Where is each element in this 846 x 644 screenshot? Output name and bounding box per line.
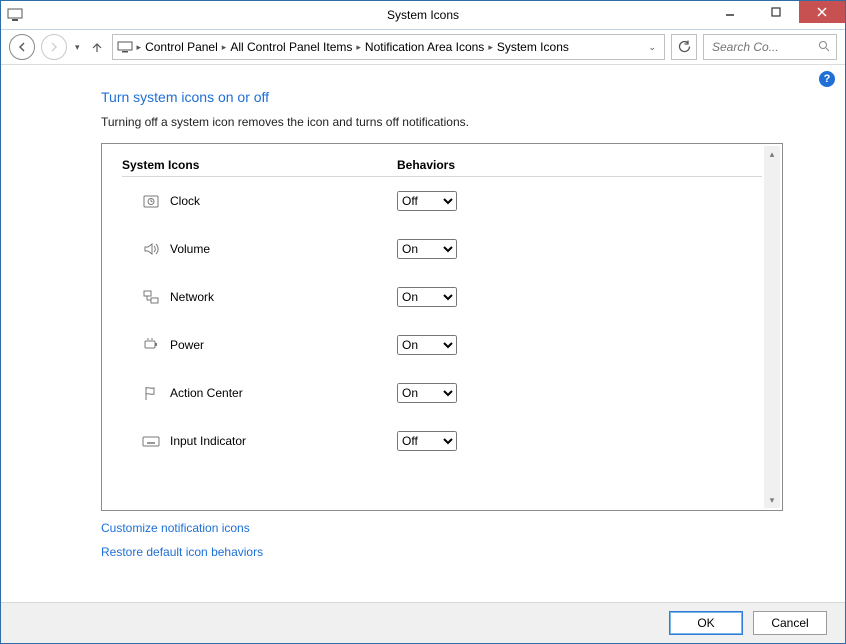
chevron-right-icon: ▸ (137, 42, 142, 53)
ok-button[interactable]: OK (669, 611, 743, 635)
breadcrumb-item[interactable]: Notification Area Icons ▸ (365, 40, 493, 54)
row-label: Network (170, 290, 214, 304)
search-icon (818, 40, 830, 55)
forward-button[interactable] (41, 34, 67, 60)
cancel-button[interactable]: Cancel (753, 611, 827, 635)
breadcrumb-label: All Control Panel Items (230, 40, 352, 54)
breadcrumb-label: Notification Area Icons (365, 40, 484, 54)
customize-link[interactable]: Customize notification icons (101, 521, 823, 535)
scroll-up-icon[interactable]: ▴ (764, 146, 780, 162)
restore-defaults-link[interactable]: Restore default icon behaviors (101, 545, 823, 559)
behavior-select-clock[interactable]: Off (397, 191, 457, 211)
network-icon (142, 288, 160, 306)
search-input[interactable] (710, 39, 818, 55)
content-area: ? Turn system icons on or off Turning of… (1, 65, 845, 602)
row-network: Network On (122, 273, 762, 321)
row-power: Power On (122, 321, 762, 369)
breadcrumb-label: System Icons (497, 40, 569, 54)
titlebar: System Icons (1, 1, 845, 30)
column-header-behaviors: Behaviors (397, 158, 455, 172)
address-bar[interactable]: ▸ Control Panel▸ All Control Panel Items… (112, 34, 665, 60)
close-button[interactable] (799, 1, 845, 23)
row-label: Input Indicator (170, 434, 246, 448)
address-dropdown[interactable]: ⌄ (644, 42, 660, 53)
column-header-icons: System Icons (122, 158, 397, 172)
refresh-button[interactable] (671, 34, 697, 60)
scroll-down-icon[interactable]: ▾ (764, 492, 780, 508)
row-clock: Clock Off (122, 177, 762, 225)
row-label: Action Center (170, 386, 243, 400)
clock-icon (142, 192, 160, 210)
behavior-select-power[interactable]: On (397, 335, 457, 355)
links-area: Customize notification icons Restore def… (101, 521, 823, 559)
power-icon (142, 336, 160, 354)
maximize-button[interactable] (753, 1, 799, 23)
behavior-select-input-indicator[interactable]: Off (397, 431, 457, 451)
search-box[interactable] (703, 34, 837, 60)
chevron-right-icon: ▸ (222, 42, 227, 53)
panel-header: System Icons Behaviors (122, 158, 762, 177)
footer: OK Cancel (1, 602, 845, 643)
row-label: Volume (170, 242, 210, 256)
behavior-select-volume[interactable]: On (397, 239, 457, 259)
row-input-indicator: Input Indicator Off (122, 417, 762, 465)
navbar: ▾ ▸ Control Panel▸ All Control Panel Ite… (1, 30, 845, 65)
minimize-button[interactable] (707, 1, 753, 23)
breadcrumb-label: Control Panel (145, 40, 218, 54)
scrollbar[interactable]: ▴ ▾ (764, 146, 780, 508)
page-subtitle: Turning off a system icon removes the ic… (101, 115, 823, 129)
flag-icon (142, 384, 160, 402)
up-button[interactable] (88, 38, 106, 56)
back-button[interactable] (9, 34, 35, 60)
behavior-select-network[interactable]: On (397, 287, 457, 307)
page-title: Turn system icons on or off (101, 89, 823, 105)
row-label: Clock (170, 194, 200, 208)
window-root: System Icons ▾ ▸ Control Panel▸ All Cont… (0, 0, 846, 644)
row-volume: Volume On (122, 225, 762, 273)
row-action-center: Action Center On (122, 369, 762, 417)
computer-icon (117, 40, 133, 54)
row-label: Power (170, 338, 204, 352)
keyboard-icon (142, 432, 160, 450)
app-icon (7, 7, 23, 23)
chevron-right-icon: ▸ (356, 42, 361, 53)
help-icon[interactable]: ? (819, 71, 835, 87)
recent-locations-dropdown[interactable]: ▾ (73, 42, 82, 53)
breadcrumb-item[interactable]: Control Panel ▸ (145, 40, 226, 54)
breadcrumb-item[interactable]: System Icons (497, 40, 569, 54)
chevron-right-icon: ▸ (488, 42, 493, 53)
settings-panel: System Icons Behaviors Clock Off Volume … (101, 143, 783, 511)
behavior-select-action-center[interactable]: On (397, 383, 457, 403)
breadcrumb-item[interactable]: All Control Panel Items ▸ (230, 40, 361, 54)
volume-icon (142, 240, 160, 258)
